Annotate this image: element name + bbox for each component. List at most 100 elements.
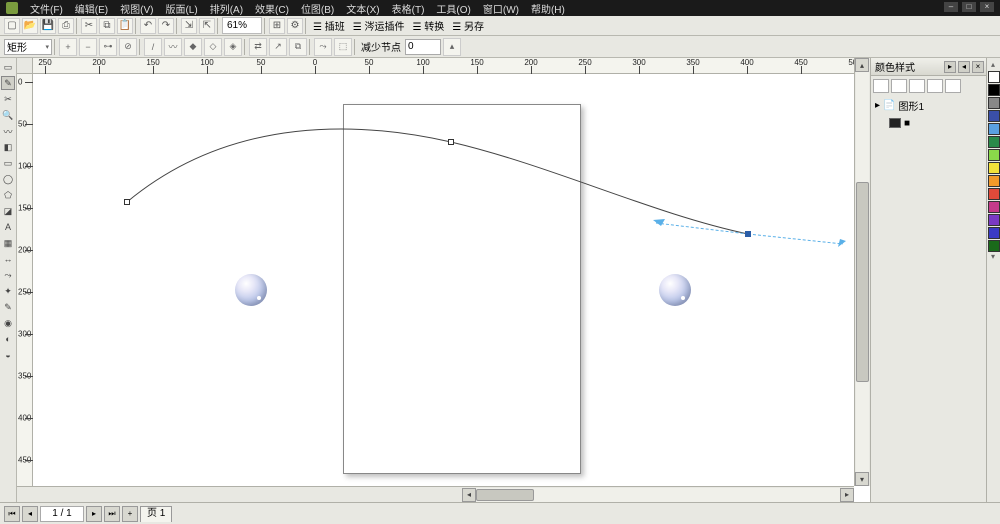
docker-close-icon[interactable]: ×	[972, 61, 984, 73]
paste-icon[interactable]: 📋	[117, 18, 133, 34]
color-swatch[interactable]	[988, 149, 1000, 161]
connector-tool-icon[interactable]: ⤳	[1, 268, 15, 282]
color-swatch[interactable]	[988, 84, 1000, 96]
palette-up-icon[interactable]: ▴	[987, 60, 999, 70]
extract-subpath-icon[interactable]: ⧉	[289, 38, 307, 56]
color-swatch[interactable]	[988, 162, 1000, 174]
new-icon[interactable]: ▢	[4, 18, 20, 34]
join-nodes-icon[interactable]: ⊶	[99, 38, 117, 56]
print-icon[interactable]: ⎙	[58, 18, 74, 34]
docker-color-styles-header[interactable]: 颜色样式 ▸ ◂ ×	[871, 58, 986, 76]
add-page-button[interactable]: +	[122, 506, 138, 522]
menu-view[interactable]: 视图(V)	[120, 1, 153, 16]
undo-icon[interactable]: ↶	[140, 18, 156, 34]
style-delete-icon[interactable]	[927, 79, 943, 93]
tree-expand-icon[interactable]: ▸	[875, 100, 880, 111]
color-swatch[interactable]	[988, 175, 1000, 187]
horizontal-scrollbar[interactable]: ◂ ▸	[17, 486, 854, 502]
plugin-insert[interactable]: ☰ 插班	[310, 18, 348, 33]
dimension-tool-icon[interactable]: ↔	[1, 252, 15, 266]
editor-viewport[interactable]: 2502001501005005010015020025030035040045…	[17, 58, 870, 502]
interactive-fill-icon[interactable]: ◒	[1, 348, 15, 362]
curve-anchor-end-selected[interactable]	[745, 231, 751, 237]
menu-tools[interactable]: 工具(O)	[436, 1, 470, 16]
menu-help[interactable]: 帮助(H)	[531, 1, 565, 16]
scroll-up-icon[interactable]: ▴	[855, 58, 869, 72]
open-icon[interactable]: 📂	[22, 18, 38, 34]
prev-page-button[interactable]: ◂	[22, 506, 38, 522]
zoom-tool-icon[interactable]: 🔍	[1, 108, 15, 122]
docker-collapse-icon[interactable]: ◂	[958, 61, 970, 73]
v-scroll-thumb[interactable]	[856, 182, 869, 382]
curve-path[interactable]	[33, 74, 854, 486]
copy-icon[interactable]: ⧉	[99, 18, 115, 34]
next-page-button[interactable]: ▸	[86, 506, 102, 522]
save-icon[interactable]: 💾	[40, 18, 56, 34]
menu-window[interactable]: 窗口(W)	[483, 1, 519, 16]
select-all-nodes-icon[interactable]: ⬚	[334, 38, 352, 56]
page-tab[interactable]: 页 1	[140, 506, 172, 522]
eyedropper-tool-icon[interactable]: ✎	[1, 300, 15, 314]
delete-node-icon[interactable]: −	[79, 38, 97, 56]
menu-arrange[interactable]: 排列(A)	[210, 1, 243, 16]
plugin-saveas[interactable]: ☰ 另存	[449, 18, 487, 33]
minimize-button[interactable]: –	[944, 2, 958, 12]
ellipse-tool-icon[interactable]: ◯	[1, 172, 15, 186]
options-icon[interactable]: ⚙	[287, 18, 303, 34]
scroll-down-icon[interactable]: ▾	[855, 472, 869, 486]
vertical-scrollbar[interactable]: ▴ ▾	[854, 58, 870, 486]
menu-file[interactable]: 文件(F)	[30, 1, 63, 16]
menu-text[interactable]: 文本(X)	[346, 1, 379, 16]
last-page-button[interactable]: ⏭	[104, 506, 120, 522]
crop-tool-icon[interactable]: ✂	[1, 92, 15, 106]
color-swatch[interactable]	[988, 240, 1000, 252]
h-scroll-thumb[interactable]	[476, 489, 534, 501]
scroll-left-icon[interactable]: ◂	[462, 488, 476, 502]
elastic-mode-icon[interactable]: ⤳	[314, 38, 332, 56]
reverse-dir-icon[interactable]: ⇄	[249, 38, 267, 56]
menu-edit[interactable]: 编辑(E)	[75, 1, 108, 16]
plugin-run[interactable]: ☰ 涔运插件	[350, 18, 408, 33]
close-button[interactable]: ×	[980, 2, 994, 12]
color-swatch[interactable]	[988, 71, 1000, 83]
redo-icon[interactable]: ↷	[158, 18, 174, 34]
scroll-right-icon[interactable]: ▸	[840, 488, 854, 502]
cut-icon[interactable]: ✂	[81, 18, 97, 34]
color-swatch[interactable]	[988, 214, 1000, 226]
color-swatch[interactable]	[988, 97, 1000, 109]
menu-table[interactable]: 表格(T)	[392, 1, 425, 16]
sphere-object-right[interactable]	[659, 274, 691, 306]
color-swatch[interactable]	[988, 227, 1000, 239]
text-tool-icon[interactable]: A	[1, 220, 15, 234]
rectangle-tool-icon[interactable]: ▭	[1, 156, 15, 170]
color-swatch[interactable]	[988, 201, 1000, 213]
extend-curve-icon[interactable]: ↗	[269, 38, 287, 56]
break-node-icon[interactable]: ⊘	[119, 38, 137, 56]
to-curve-icon[interactable]: 〰	[164, 38, 182, 56]
menu-effects[interactable]: 效果(C)	[255, 1, 289, 16]
sphere-object-left[interactable]	[235, 274, 267, 306]
freehand-tool-icon[interactable]: 〰	[1, 124, 15, 138]
basic-shapes-icon[interactable]: ◪	[1, 204, 15, 218]
ruler-origin[interactable]	[17, 58, 33, 74]
outline-tool-icon[interactable]: ◉	[1, 316, 15, 330]
style-new-child-icon[interactable]	[891, 79, 907, 93]
zoom-display[interactable]: 61%	[222, 17, 262, 34]
cusp-node-icon[interactable]: ◆	[184, 38, 202, 56]
menu-bitmap[interactable]: 位图(B)	[301, 1, 334, 16]
fill-tool-icon[interactable]: ◐	[1, 332, 15, 346]
smart-fill-icon[interactable]: ◧	[1, 140, 15, 154]
polygon-tool-icon[interactable]: ⬠	[1, 188, 15, 202]
layers-root[interactable]: ▸ 📄 图形1	[871, 96, 986, 114]
vertical-ruler[interactable]: 050100150200250300350400450500	[17, 74, 33, 486]
style-edit-icon[interactable]	[909, 79, 925, 93]
color-swatch[interactable]	[988, 188, 1000, 200]
reduce-nodes-field[interactable]: 0	[405, 39, 441, 55]
canvas[interactable]	[33, 74, 854, 486]
plugin-convert[interactable]: ☰ 转换	[410, 18, 448, 33]
curve-anchor-mid[interactable]	[448, 139, 454, 145]
layer-item[interactable]: ■	[871, 114, 986, 132]
snap-icon[interactable]: ⊞	[269, 18, 285, 34]
menu-layout[interactable]: 版面(L)	[165, 1, 197, 16]
stepper-up-icon[interactable]: ▴	[443, 38, 461, 56]
